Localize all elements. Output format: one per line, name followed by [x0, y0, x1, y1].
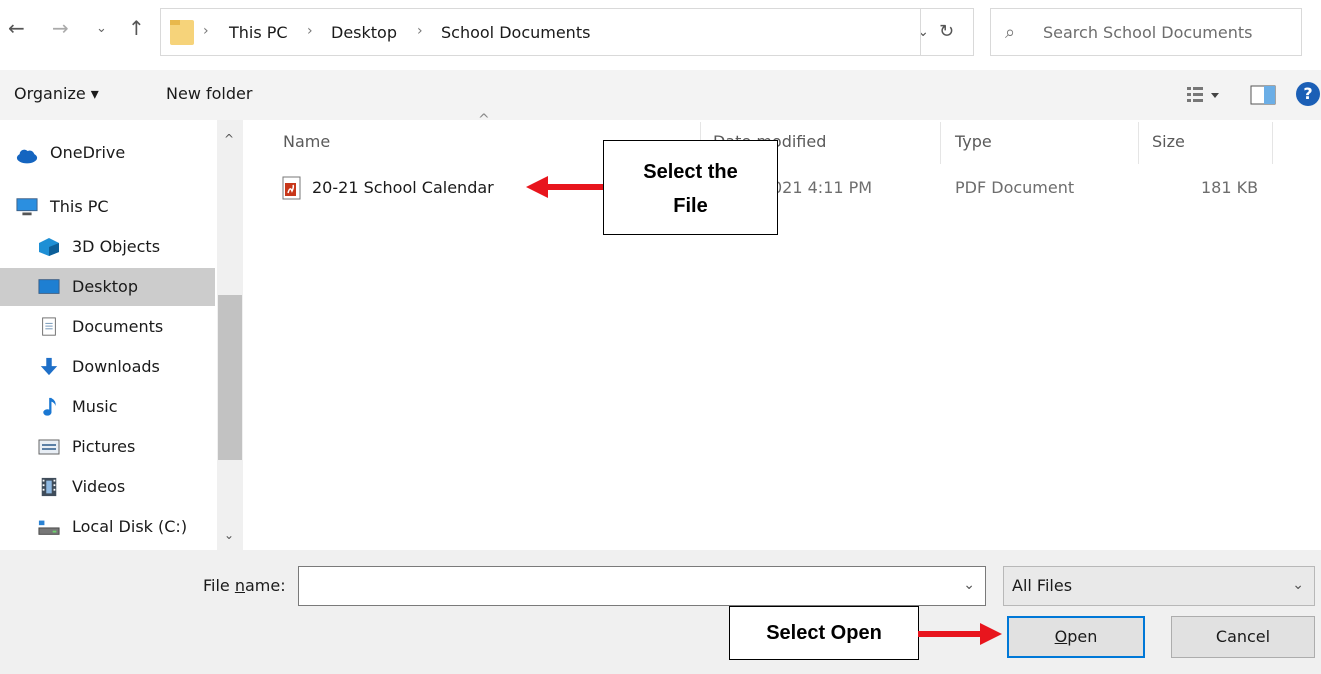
chevron-down-icon[interactable]: ⌄	[963, 577, 975, 593]
music-note-icon	[43, 397, 56, 416]
document-icon	[42, 317, 56, 336]
sidebar-item-label: This PC	[50, 197, 109, 216]
desktop-icon	[38, 279, 60, 294]
forward-button[interactable]: →	[52, 18, 69, 38]
folder-icon	[170, 20, 194, 45]
callout-arrow-icon	[918, 623, 1002, 645]
sidebar-item-3d-objects[interactable]: 3D Objects	[0, 228, 215, 266]
sidebar-item-label: Videos	[72, 477, 126, 496]
view-options-icon[interactable]	[1187, 85, 1223, 105]
sidebar-item-videos[interactable]: Videos	[0, 468, 215, 506]
scroll-down-icon[interactable]: ⌄	[224, 528, 234, 542]
column-header-type[interactable]: Type	[955, 132, 992, 151]
up-button[interactable]: ↑	[128, 18, 145, 38]
file-type-filter[interactable]: All Files ⌄	[1003, 566, 1315, 606]
help-icon[interactable]: ?	[1296, 82, 1320, 106]
callout-arrow-icon	[526, 176, 606, 198]
cloud-icon	[16, 149, 38, 164]
refresh-button[interactable]: ↻	[920, 9, 972, 55]
callout-text: File	[673, 195, 708, 217]
drive-icon	[38, 520, 60, 535]
file-name[interactable]: 20-21 School Calendar	[312, 178, 494, 197]
file-date-modified: 021 4:11 PM	[772, 178, 873, 197]
sidebar-item-label: Downloads	[72, 357, 160, 376]
address-bar[interactable]: › This PC › Desktop › School Documents ⌄	[160, 8, 974, 56]
sidebar-item-desktop[interactable]: Desktop	[0, 268, 215, 306]
breadcrumb-desktop[interactable]: Desktop	[331, 23, 397, 42]
file-name-input[interactable]: ⌄	[298, 566, 986, 606]
breadcrumb-school-documents[interactable]: School Documents	[441, 23, 590, 42]
column-divider[interactable]	[1138, 122, 1139, 164]
back-button[interactable]: ←	[8, 18, 25, 38]
recent-locations-button[interactable]: ⌄	[96, 22, 107, 35]
breadcrumb-this-pc[interactable]: This PC	[229, 23, 288, 42]
sidebar-item-music[interactable]: Music	[0, 388, 215, 426]
sort-ascending-icon: ^	[478, 112, 490, 128]
toolbar: Organize ▾ New folder ?	[0, 70, 1321, 120]
file-size: 181 KB	[1201, 178, 1259, 197]
sidebar-item-label: Desktop	[72, 277, 138, 296]
search-icon: ⌕	[1005, 22, 1016, 43]
preview-pane-icon[interactable]	[1250, 84, 1276, 106]
pdf-icon	[282, 176, 301, 200]
new-folder-button[interactable]: New folder	[166, 84, 252, 103]
sidebar-item-label: Documents	[72, 317, 164, 336]
breadcrumb-separator: ›	[307, 23, 313, 39]
sidebar-item-pictures[interactable]: Pictures	[0, 428, 215, 466]
callout-text: Select Open	[766, 622, 882, 644]
sidebar-item-onedrive[interactable]: OneDrive	[0, 134, 215, 172]
column-header-name[interactable]: Name	[283, 132, 330, 151]
column-divider[interactable]	[1272, 122, 1273, 164]
refresh-icon: ↻	[938, 21, 955, 42]
nav-scrollbar[interactable]: ^ ⌄	[217, 120, 243, 550]
file-type: PDF Document	[955, 178, 1075, 197]
sidebar-item-label: OneDrive	[50, 143, 126, 162]
scrollbar-thumb[interactable]	[218, 295, 242, 460]
navigation-pane: OneDrive This PC 3D Objects Desktop Docu…	[0, 120, 243, 550]
search-input[interactable]: ⌕ Search School Documents	[990, 8, 1302, 56]
callout-text: Select the	[643, 161, 738, 183]
cancel-button[interactable]: Cancel	[1171, 616, 1315, 658]
breadcrumb-separator: ›	[417, 23, 423, 39]
sidebar-item-local-disk[interactable]: Local Disk (C:)	[0, 508, 215, 546]
open-button[interactable]: Open	[1007, 616, 1145, 658]
cube-icon	[39, 238, 59, 256]
picture-icon	[38, 439, 60, 455]
column-header-size[interactable]: Size	[1152, 132, 1185, 151]
sidebar-item-label: 3D Objects	[72, 237, 161, 256]
file-type-filter-value: All Files	[1012, 576, 1073, 595]
sidebar-item-downloads[interactable]: Downloads	[0, 348, 215, 386]
scroll-up-icon[interactable]: ^	[224, 132, 234, 146]
sidebar-item-label: Music	[72, 397, 118, 416]
download-icon	[40, 357, 58, 376]
sidebar-item-label: Local Disk (C:)	[72, 517, 188, 536]
select-file-callout: Select the File	[603, 140, 778, 235]
sidebar-item-label: Pictures	[72, 437, 136, 456]
sidebar-item-documents[interactable]: Documents	[0, 308, 215, 346]
computer-icon	[16, 198, 38, 216]
film-icon	[41, 477, 57, 497]
chevron-down-icon[interactable]: ⌄	[1292, 577, 1304, 593]
search-placeholder: Search School Documents	[1043, 23, 1253, 42]
organize-button[interactable]: Organize ▾	[14, 84, 99, 103]
select-open-callout: Select Open	[729, 606, 919, 660]
sidebar-item-this-pc[interactable]: This PC	[0, 188, 215, 226]
column-divider[interactable]	[940, 122, 941, 164]
file-name-label: File name:	[203, 576, 286, 595]
breadcrumb-separator: ›	[203, 23, 209, 39]
